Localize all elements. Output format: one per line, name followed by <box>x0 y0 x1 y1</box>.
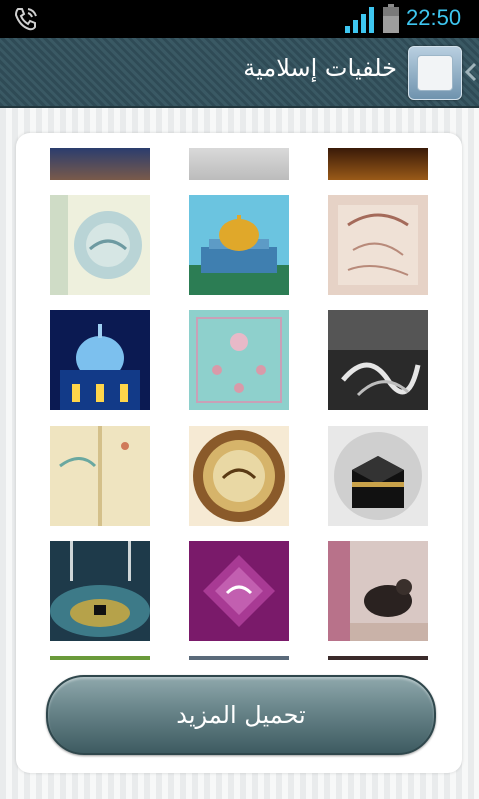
wallpaper-tile[interactable] <box>50 541 150 641</box>
wallpaper-tile[interactable] <box>50 310 150 410</box>
status-bar: 22:50 <box>0 0 479 38</box>
chevron-left-icon[interactable] <box>463 62 479 82</box>
wallpaper-tile[interactable] <box>189 426 289 526</box>
wallpaper-tile[interactable] <box>328 310 428 410</box>
wallpaper-tile[interactable] <box>328 148 428 180</box>
wallpaper-grid <box>16 133 462 660</box>
status-time: 22:50 <box>406 5 462 30</box>
wallpaper-tile[interactable] <box>50 195 150 295</box>
wallpaper-tile[interactable] <box>50 656 150 660</box>
wallpaper-tile[interactable] <box>328 541 428 641</box>
wallpaper-tile[interactable] <box>328 656 428 660</box>
wallpaper-tile[interactable] <box>189 541 289 641</box>
wallpaper-tile[interactable] <box>328 195 428 295</box>
app-icon-inner <box>417 55 453 91</box>
app-header: خلفيات إسلامية <box>0 38 479 108</box>
signal-icon <box>345 7 374 33</box>
wallpaper-tile[interactable] <box>328 426 428 526</box>
phone-icon <box>14 8 37 31</box>
wallpaper-tile[interactable] <box>50 148 150 180</box>
wallpaper-tile[interactable] <box>189 148 289 180</box>
wallpaper-tile[interactable] <box>189 310 289 410</box>
load-more-button[interactable]: تحميل المزيد <box>46 675 436 755</box>
battery-icon <box>383 4 399 33</box>
wallpaper-tile[interactable] <box>50 426 150 526</box>
page-title: خلفيات إسلامية <box>243 54 397 82</box>
app-icon[interactable] <box>408 46 462 100</box>
wallpaper-tile[interactable] <box>189 195 289 295</box>
wallpaper-card: تحميل المزيد <box>16 133 462 773</box>
wallpaper-tile[interactable] <box>189 656 289 660</box>
